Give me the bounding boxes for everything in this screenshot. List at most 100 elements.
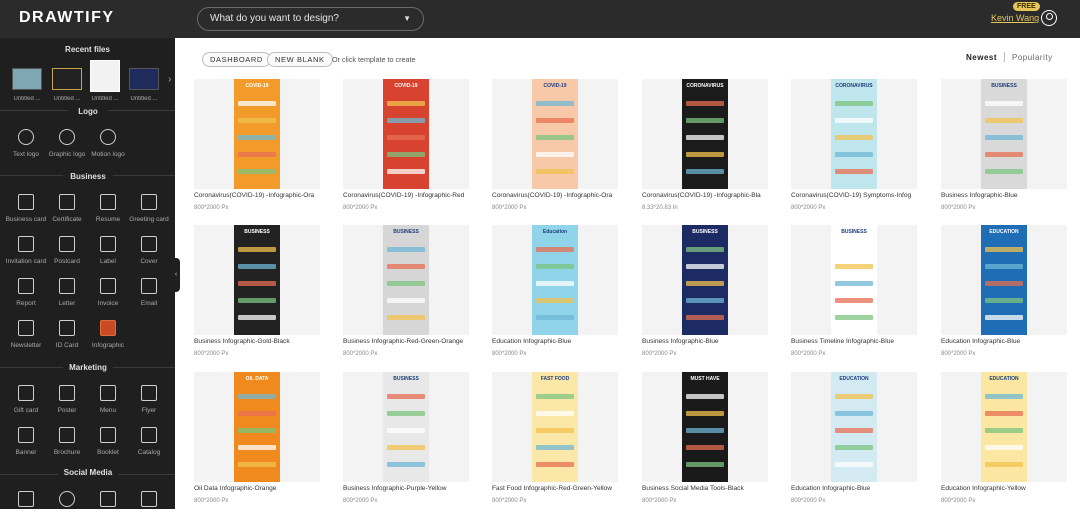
tool-text-logo[interactable]: Text logo: [5, 129, 47, 169]
template-card[interactable]: BUSINESS Business Infographic-Blue 800*200…: [642, 225, 768, 365]
template-thumbnail[interactable]: OIL DATA: [194, 372, 320, 482]
template-thumbnail[interactable]: FAST FOOD: [492, 372, 618, 482]
template-title[interactable]: Fast Food Infographic-Red-Green-Yellow: [492, 485, 618, 492]
tool-invitation-card[interactable]: Invitation card: [5, 236, 47, 276]
tool-booklet[interactable]: Booklet: [87, 427, 129, 467]
tool-twitter[interactable]: [46, 491, 88, 509]
tool-gift-card[interactable]: Gift card: [5, 385, 47, 425]
template-title[interactable]: Business Timeline Infographic-Blue: [791, 338, 917, 345]
template-title[interactable]: Education Infographic-Yellow: [941, 485, 1067, 492]
template-title[interactable]: Coronavirus(COVID-19) -Infographic-Ora: [194, 192, 320, 199]
template-thumbnail[interactable]: EDUCATION: [941, 225, 1067, 335]
dashboard-button[interactable]: DASHBOARD: [202, 52, 271, 67]
template-card[interactable]: FAST FOOD Fast Food Infographic-Red-Green…: [492, 372, 618, 512]
tool-greeting-card[interactable]: Greeting card: [128, 194, 170, 234]
template-title[interactable]: Oil Data Infographic-Orange: [194, 485, 320, 492]
tool-postcard[interactable]: Postcard: [46, 236, 88, 276]
tool-brochure[interactable]: Brochure: [46, 427, 88, 467]
template-title[interactable]: Education Infographic-Blue: [941, 338, 1067, 345]
app-logo[interactable]: DRAWTIFY: [19, 9, 115, 27]
tool-motion-logo[interactable]: Motion logo: [87, 129, 129, 169]
template-title[interactable]: Business Infographic-Blue: [941, 192, 1067, 199]
template-thumbnail[interactable]: EDUCATION: [791, 372, 917, 482]
tool-business-card[interactable]: Business card: [5, 194, 47, 234]
sort-newest[interactable]: Newest: [966, 53, 997, 62]
template-card[interactable]: COVID-19 Coronavirus(COVID-19) -Infograph…: [343, 79, 469, 219]
template-card[interactable]: Education Education Infographic-Blue 800*2…: [492, 225, 618, 365]
template-title[interactable]: Business Infographic-Blue: [642, 338, 768, 345]
tool-graphic-logo[interactable]: Graphic logo: [46, 129, 88, 169]
template-title[interactable]: Education Infographic-Blue: [492, 338, 618, 345]
template-thumbnail[interactable]: BUSINESS: [194, 225, 320, 335]
template-title[interactable]: Education Infographic-Blue: [791, 485, 917, 492]
template-card[interactable]: CORONAVIRUS Coronavirus(COVID-19) Symptom…: [791, 79, 917, 219]
template-title[interactable]: Business Infographic-Purple-Yellow: [343, 485, 469, 492]
recent-file[interactable]: Untitled ...: [12, 62, 42, 102]
tool-cover[interactable]: Cover: [128, 236, 170, 276]
tool-id-card[interactable]: ID Card: [46, 320, 88, 360]
template-thumbnail[interactable]: EDUCATION: [941, 372, 1067, 482]
template-card[interactable]: BUSINESS Business Infographic-Red-Green-O…: [343, 225, 469, 365]
template-card[interactable]: CORONAVIRUS Coronavirus(COVID-19) -Infogr…: [642, 79, 768, 219]
tool-instagram[interactable]: [87, 491, 129, 509]
template-thumbnail[interactable]: MUST HAVE: [642, 372, 768, 482]
tool-invoice[interactable]: Invoice: [87, 278, 129, 318]
template-card[interactable]: MUST HAVE Business Social Media Tools-Bla…: [642, 372, 768, 512]
tool-letter[interactable]: Letter: [46, 278, 88, 318]
template-thumbnail[interactable]: Education: [492, 225, 618, 335]
template-title[interactable]: Coronavirus(COVID-19) -Infographic-Bla: [642, 192, 768, 199]
recent-file[interactable]: Untitled ...: [129, 62, 159, 102]
template-card[interactable]: EDUCATION Education Infographic-Yellow 800…: [941, 372, 1067, 512]
tool-catalog[interactable]: Catalog: [128, 427, 170, 467]
template-title[interactable]: Business Infographic-Gold-Black: [194, 338, 320, 345]
template-thumbnail[interactable]: BUSINESS: [343, 225, 469, 335]
template-title[interactable]: Business Social Media Tools-Black: [642, 485, 768, 492]
sidebar-collapse-toggle[interactable]: ‹: [172, 258, 180, 292]
template-card[interactable]: BUSINESS Business Timeline Infographic-Bl…: [791, 225, 917, 365]
tool-facebook[interactable]: [5, 491, 47, 509]
recent-file[interactable]: Untitled ...: [90, 60, 120, 102]
tool-label[interactable]: Label: [87, 236, 129, 276]
template-title[interactable]: Coronavirus(COVID-19) -Infographic-Ora: [492, 192, 618, 199]
template-card[interactable]: COVID-19 Coronavirus(COVID-19) -Infograph…: [194, 79, 320, 219]
tool-poster[interactable]: Poster: [46, 385, 88, 425]
template-thumbnail[interactable]: CORONAVIRUS: [791, 79, 917, 189]
chevron-right-icon[interactable]: ›: [168, 74, 171, 85]
template-thumbnail[interactable]: BUSINESS: [941, 79, 1067, 189]
template-title[interactable]: Coronavirus(COVID-19) -Infographic-Red: [343, 192, 469, 199]
template-thumbnail[interactable]: BUSINESS: [343, 372, 469, 482]
tool-certificate[interactable]: Certificate: [46, 194, 88, 234]
tool-tumblr[interactable]: [128, 491, 170, 509]
tool-report[interactable]: Report: [5, 278, 47, 318]
recent-file[interactable]: Untitled ...: [52, 62, 82, 102]
template-card[interactable]: OIL DATA Oil Data Infographic-Orange 800*2…: [194, 372, 320, 512]
tool-flyer[interactable]: Flyer: [128, 385, 170, 425]
template-thumbnail[interactable]: CORONAVIRUS: [642, 79, 768, 189]
new-blank-button[interactable]: NEW BLANK: [267, 52, 333, 67]
template-thumbnail[interactable]: COVID-19: [492, 79, 618, 189]
tool-email[interactable]: Email: [128, 278, 170, 318]
template-card[interactable]: BUSINESS Business Infographic-Purple-Yell…: [343, 372, 469, 512]
template-preview-block: [238, 462, 276, 467]
tool-newsletter[interactable]: Newsletter: [5, 320, 47, 360]
template-title[interactable]: Business Infographic-Red-Green-Orange: [343, 338, 469, 345]
template-thumbnail[interactable]: BUSINESS: [791, 225, 917, 335]
template-thumbnail[interactable]: COVID-19: [194, 79, 320, 189]
template-card[interactable]: BUSINESS Business Infographic-Blue 800*200…: [941, 79, 1067, 219]
template-card[interactable]: EDUCATION Education Infographic-Blue 800*2…: [791, 372, 917, 512]
tool-infographic[interactable]: Infographic: [87, 320, 129, 360]
tool-banner[interactable]: Banner: [5, 427, 47, 467]
template-thumbnail[interactable]: COVID-19: [343, 79, 469, 189]
tool-menu[interactable]: Menu: [87, 385, 129, 425]
template-thumbnail[interactable]: BUSINESS: [642, 225, 768, 335]
user-name-link[interactable]: Kevin Wang: [991, 13, 1039, 23]
template-card[interactable]: BUSINESS Business Infographic-Gold-Black 8…: [194, 225, 320, 365]
template-title[interactable]: Coronavirus(COVID-19) Symptoms-Infog: [791, 192, 917, 199]
tool-resume[interactable]: Resume: [87, 194, 129, 234]
template-card[interactable]: COVID-19 Coronavirus(COVID-19) -Infograph…: [492, 79, 618, 219]
template-preview-block: [686, 394, 724, 399]
sort-popularity[interactable]: Popularity: [1012, 53, 1053, 62]
user-account-icon[interactable]: [1041, 10, 1057, 26]
template-card[interactable]: EDUCATION Education Infographic-Blue 800*2…: [941, 225, 1067, 365]
search-dropdown[interactable]: What do you want to design? ▼: [197, 7, 424, 31]
